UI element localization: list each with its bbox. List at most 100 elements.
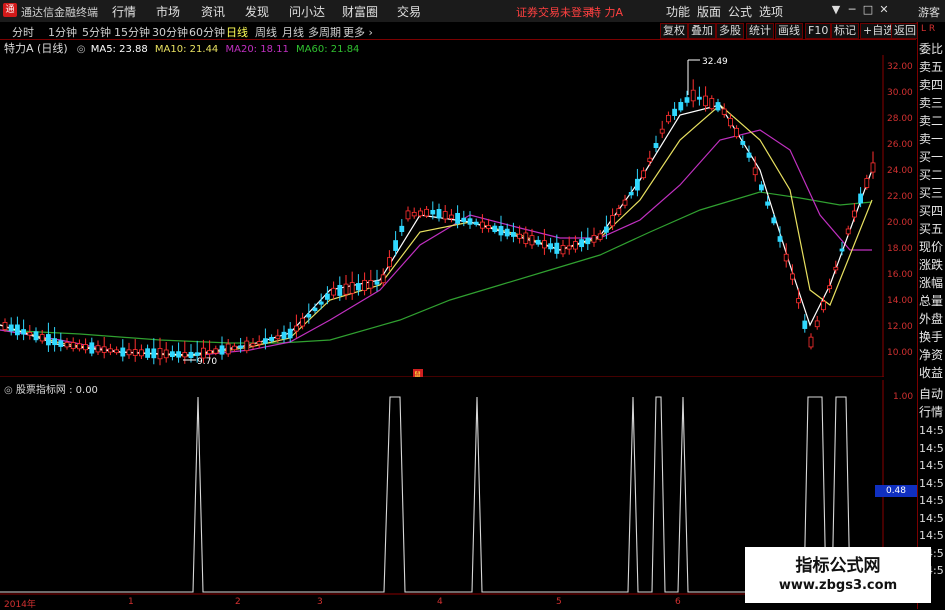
window-controls: ▼ ─ □ ✕ <box>828 3 892 17</box>
menu-ask[interactable]: 问小达 <box>289 3 325 20</box>
ma60-line <box>0 191 873 344</box>
candle-body <box>554 242 560 254</box>
candle-body <box>492 225 498 232</box>
candlestick-chart[interactable]: 32.49 9.70 鼠 <box>0 55 884 377</box>
button-stats[interactable]: 统计 <box>746 23 774 39</box>
candle-body <box>535 239 541 245</box>
menu-options[interactable]: 选项 <box>759 3 783 20</box>
candle-body <box>362 279 368 291</box>
period-multi[interactable]: 多周期 <box>308 24 341 40</box>
side-label[interactable]: 卖五 <box>919 58 943 75</box>
period-weekly[interactable]: 周线 <box>255 24 277 40</box>
candle-body <box>306 314 312 318</box>
current-stock-title: 特 力A <box>590 6 624 19</box>
candle-body <box>827 285 832 290</box>
candle-body <box>783 253 789 262</box>
time-label: 14:5 <box>919 476 944 490</box>
menu-layout[interactable]: 版面 <box>697 3 721 20</box>
candle-body <box>703 95 708 107</box>
period-intraday[interactable]: 分时 <box>12 24 34 40</box>
x-tick: 2 <box>235 597 241 607</box>
side-label[interactable]: 总量 <box>919 292 943 309</box>
side-label[interactable]: 卖二 <box>919 112 943 129</box>
menu-news[interactable]: 资讯 <box>201 3 225 20</box>
menu-discover[interactable]: 发现 <box>245 3 269 20</box>
dropdown-icon[interactable]: ▼ <box>828 3 844 17</box>
candle-body <box>269 336 275 342</box>
button-back[interactable]: 返回 <box>891 23 919 39</box>
side-label[interactable]: 现价 <box>919 238 943 255</box>
maximize-icon[interactable]: □ <box>860 3 876 17</box>
minimize-icon[interactable]: ─ <box>844 3 860 17</box>
x-tick: 2014年 <box>4 600 36 610</box>
candle-body <box>771 217 777 224</box>
period-more[interactable]: 更多 › <box>343 24 373 40</box>
side-label[interactable]: 买四 <box>919 202 943 219</box>
candle-body <box>8 324 14 332</box>
side-label[interactable]: 收益 <box>919 364 943 381</box>
settings-icon[interactable]: ◎ <box>77 44 86 55</box>
candle-body <box>70 342 76 349</box>
period-monthly[interactable]: 月线 <box>282 24 304 40</box>
candle-body <box>442 211 448 220</box>
login-status[interactable]: 证券交易未登录 <box>516 4 593 20</box>
candle-body <box>517 233 522 239</box>
candle-body <box>461 217 467 223</box>
period-1min[interactable]: 1分钟 <box>48 24 77 40</box>
button-draw[interactable]: 画线 <box>775 23 803 39</box>
side-label[interactable]: 外盘 <box>919 310 943 327</box>
button-f10[interactable]: F10 <box>805 23 832 39</box>
guest-user[interactable]: 游客 <box>918 4 940 20</box>
app-title: 通达信金融终端 <box>21 6 98 19</box>
x-tick: 1 <box>128 597 134 607</box>
candle-body <box>653 143 659 149</box>
period-60min[interactable]: 60分钟 <box>189 24 225 40</box>
button-restore-rights[interactable]: 复权 <box>660 23 688 39</box>
candle-body <box>752 167 758 176</box>
button-mark[interactable]: 标记 <box>831 23 859 39</box>
close-icon[interactable]: ✕ <box>876 3 892 17</box>
side-label[interactable]: 卖四 <box>919 76 943 93</box>
period-30min[interactable]: 30分钟 <box>152 24 188 40</box>
candle-body <box>374 281 380 285</box>
button-overlay[interactable]: 叠加 <box>688 23 716 39</box>
candle-body <box>417 210 423 217</box>
stock-period-label: 特力A (日线) <box>4 42 68 55</box>
side-label[interactable]: 委比 <box>919 40 943 57</box>
candle-body <box>244 340 250 352</box>
side-label[interactable]: 买三 <box>919 184 943 201</box>
side-label[interactable]: 卖三 <box>919 94 943 111</box>
side-quotes[interactable]: 行情 <box>919 403 943 420</box>
side-label[interactable]: 涨跌 <box>919 256 943 273</box>
candle-body <box>194 352 200 356</box>
candle-body <box>120 347 126 357</box>
side-label[interactable]: 买二 <box>919 166 943 183</box>
candle-body <box>393 240 399 251</box>
ma20-line <box>0 129 872 357</box>
menu-formula[interactable]: 公式 <box>728 3 752 20</box>
menu-quotes[interactable]: 行情 <box>112 3 136 20</box>
period-5min[interactable]: 5分钟 <box>82 24 111 40</box>
side-auto[interactable]: 自动 <box>919 385 943 402</box>
side-label[interactable]: 涨幅 <box>919 274 943 291</box>
side-label[interactable]: 换手 <box>919 328 943 345</box>
menu-market[interactable]: 市场 <box>156 3 180 20</box>
candle-body <box>275 335 281 340</box>
watermark-url: www.zbgs3.com <box>778 578 898 593</box>
menu-function[interactable]: 功能 <box>666 3 690 20</box>
menu-trade[interactable]: 交易 <box>397 3 421 20</box>
period-daily[interactable]: 日线 <box>226 24 248 40</box>
side-label[interactable]: 净资 <box>919 346 943 363</box>
side-label[interactable]: 卖一 <box>919 130 943 147</box>
menu-wealth[interactable]: 财富圈 <box>342 3 378 20</box>
side-label[interactable]: 买一 <box>919 148 943 165</box>
side-panel-lr[interactable]: L R <box>921 24 935 34</box>
candle-body <box>300 317 306 327</box>
price-tick: 22.00 <box>887 192 913 202</box>
period-15min[interactable]: 15分钟 <box>114 24 150 40</box>
candle-body <box>324 293 330 300</box>
candle-body <box>548 243 553 250</box>
side-label[interactable]: 买五 <box>919 220 943 237</box>
candle-body <box>58 340 64 347</box>
button-multi-stock[interactable]: 多股 <box>716 23 744 39</box>
